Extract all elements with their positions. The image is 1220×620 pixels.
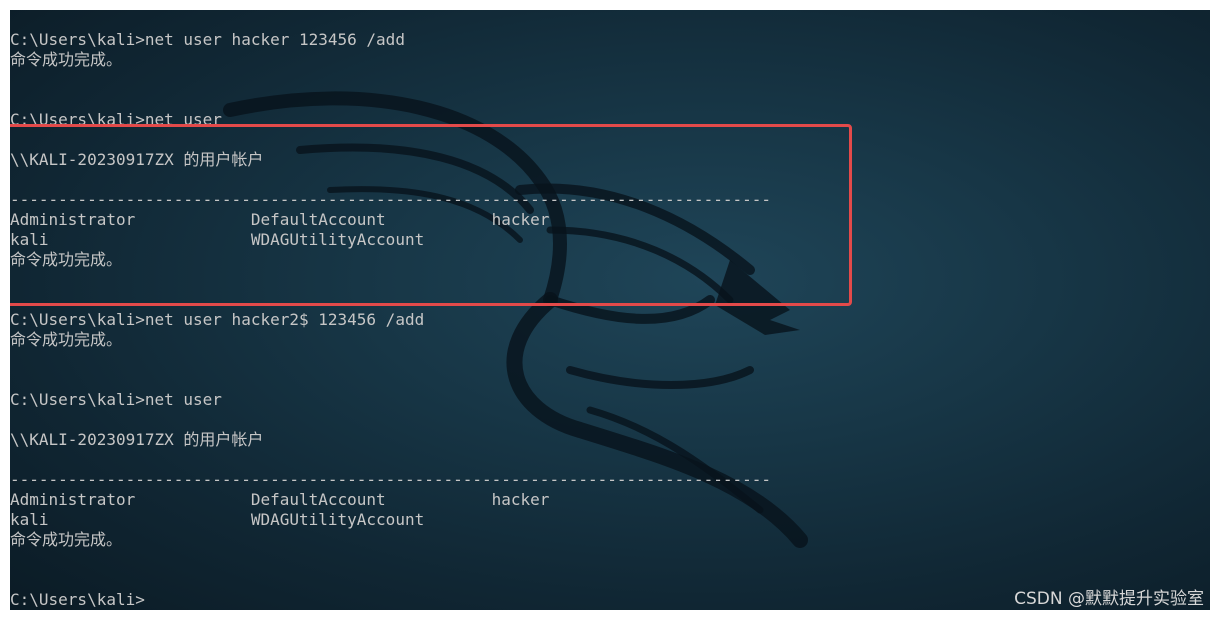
terminal-line: \\KALI-20230917ZX 的用户帐户 [10,430,264,449]
terminal-prompt[interactable]: C:\Users\kali> [10,590,145,610]
watermark: CSDN @默默提升实验室 [1014,589,1204,609]
terminal-line: C:\Users\kali>net user hacker 123456 /ad… [10,30,405,49]
terminal-line: 命令成功完成。 [10,50,123,69]
terminal-line: C:\Users\kali>net user [10,390,222,409]
terminal-line: 命令成功完成。 [10,530,123,549]
terminal-line: 命令成功完成。 [10,330,123,349]
terminal-line: C:\Users\kali>net user hacker2$ 123456 /… [10,310,425,329]
terminal-line: kali WDAGUtilityAccount [10,510,425,529]
highlight-box [10,124,852,306]
terminal-window[interactable]: C:\Users\kali>net user hacker 123456 /ad… [10,10,1210,610]
terminal-line: Administrator DefaultAccount hacker [10,490,550,509]
terminal-line: ----------------------------------------… [10,470,771,489]
